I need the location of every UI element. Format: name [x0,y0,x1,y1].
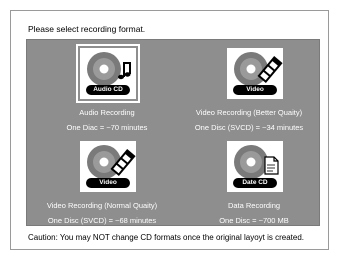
video-better-tile[interactable]: Video [227,48,283,99]
document-icon [264,156,279,175]
format-options-panel: Audio CD Audio Recording One Diac = ~70 … [26,39,320,226]
data-cd-tile[interactable]: Date CD [227,141,283,192]
video-better-capacity: One Disc (SVCD) = ~34 minutes [194,123,304,132]
data-recording-capacity: One Disc = ~700 MB [219,216,289,225]
audio-recording-title: Audio Recording [79,108,135,117]
caution-text: Caution: You may NOT change CD formats o… [28,233,304,242]
data-recording-title: Data Recording [227,201,281,210]
video-badge: Video [86,178,130,188]
video-normal-quality-option[interactable]: Video Video Recording (Normal Quaity) On… [27,133,174,226]
video-normal-capacity: One Disc (SVCD) = ~68 minutes [47,216,157,225]
data-recording-option[interactable]: Date CD Data Recording One Disc = ~700 M… [174,133,321,226]
audio-cd-badge: Audio CD [86,85,130,95]
video-better-quality-option[interactable]: Video Video Recording (Better Quaity) On… [174,40,321,133]
video-badge: Video [233,85,277,95]
audio-cd-tile[interactable]: Audio CD [76,44,140,103]
video-normal-title: Video Recording (Normal Quaity) [46,201,158,210]
video-normal-tile[interactable]: Video [80,141,136,192]
audio-recording-option[interactable]: Audio CD Audio Recording One Diac = ~70 … [27,40,174,133]
date-cd-badge: Date CD [233,178,277,188]
audio-recording-capacity: One Diac = ~70 minutes [66,123,148,132]
instruction-text: Please select recording format. [28,24,146,34]
video-better-title: Video Recording (Better Quaity) [195,108,303,117]
